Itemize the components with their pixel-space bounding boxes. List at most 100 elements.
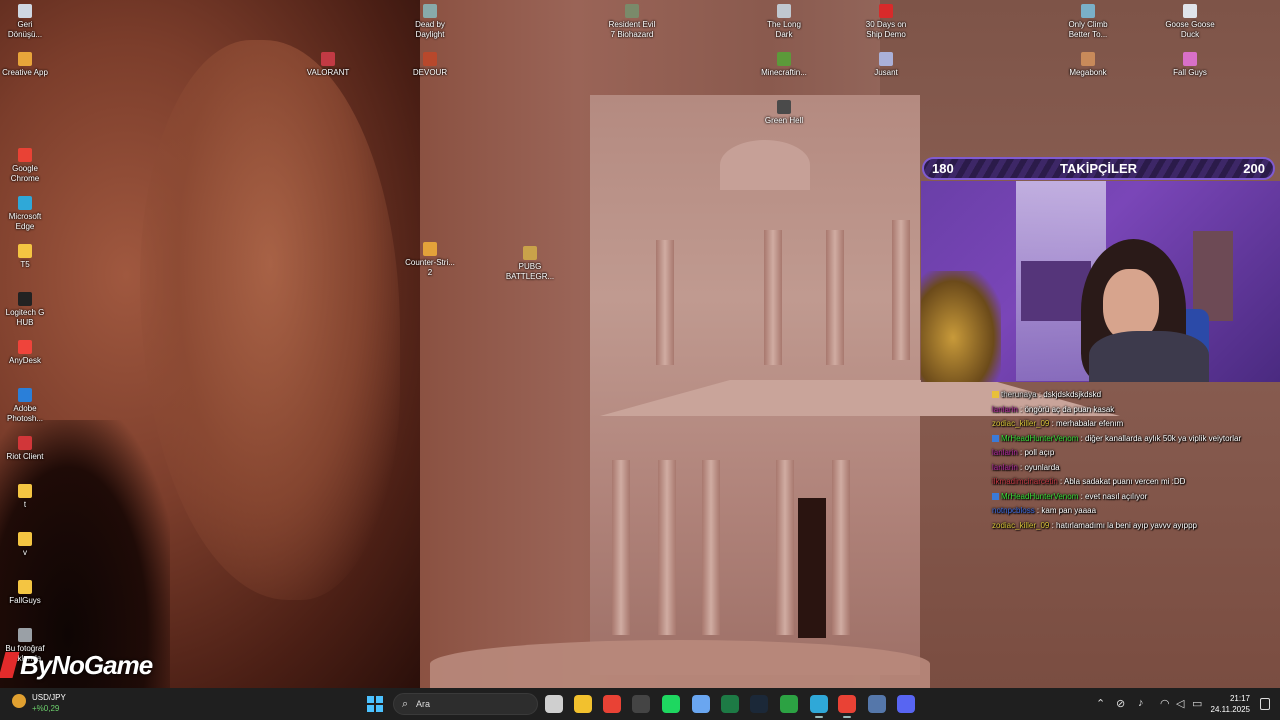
- chrome-profile-icon[interactable]: [810, 695, 828, 718]
- speaker-icon[interactable]: ◁: [1176, 697, 1184, 710]
- chat-username: zodiac_killer_09: [992, 520, 1050, 530]
- battery-icon[interactable]: ▭: [1192, 697, 1202, 710]
- folder-icon: [18, 580, 32, 594]
- vpn-icon[interactable]: [868, 695, 886, 713]
- desktop-icon[interactable]: Resident Evil 7 Biohazard: [600, 4, 664, 40]
- webcam-plant: [921, 271, 1001, 382]
- tray-app-icon[interactable]: ⊘: [1116, 697, 1125, 710]
- desktop-icon[interactable]: Fall Guys: [1158, 52, 1222, 78]
- discord-icon[interactable]: [897, 695, 915, 713]
- webcam-overlay: [921, 181, 1280, 382]
- desktop-icon[interactable]: Megabonk: [1056, 52, 1120, 78]
- chat-badge-icon: [992, 391, 999, 399]
- goose-icon: [1183, 4, 1197, 18]
- desktop-icon[interactable]: Creative App: [0, 52, 57, 78]
- desktop-icon[interactable]: Adobe Photosh...: [0, 388, 57, 424]
- chrome-icon[interactable]: [603, 695, 621, 713]
- desktop-icon[interactable]: DEVOUR: [398, 52, 462, 78]
- task-view-icon[interactable]: [545, 695, 563, 713]
- desktop-icon[interactable]: Dead by Daylight: [398, 4, 462, 40]
- desktop-icon[interactable]: VALORANT: [296, 52, 360, 78]
- desktop-icon[interactable]: PUBG BATTLEGR...: [498, 246, 562, 282]
- desktop-icon[interactable]: T5: [0, 244, 57, 270]
- follower-goal-bar: 180 TAKİPÇİLER 200: [922, 157, 1275, 180]
- desktop-icon-label: t: [23, 500, 27, 509]
- desktop-icon[interactable]: Jusant: [854, 52, 918, 78]
- recycle-bin-icon: [18, 4, 32, 18]
- chat-message: MrHeadHunterVenom : diğer kanallarda ayl…: [992, 432, 1277, 447]
- desktop-icon[interactable]: Microsoft Edge: [0, 196, 57, 232]
- desktop-icon-label: Logitech G HUB: [5, 308, 45, 327]
- desktop-icon-label: Counter-Stri... 2: [405, 258, 455, 277]
- taskbar: USD/JPY +%0,29 ⌕ Ara ⌃ ⊘ ♪ ◠ ◁ ▭ 21:17 2…: [0, 688, 1280, 720]
- desktop-icon-label: VALORANT: [306, 68, 350, 77]
- chrome-active-icon[interactable]: [838, 695, 856, 718]
- store-icon[interactable]: [692, 695, 710, 713]
- long-dark-icon: [777, 4, 791, 18]
- chat-text: : dskjdskdsjkdskd: [1036, 390, 1102, 399]
- dbd-icon: [423, 4, 437, 18]
- wallpaper-column: [656, 240, 674, 365]
- desktop-icon-label: The Long Dark: [767, 20, 801, 39]
- taskbar-search[interactable]: ⌕ Ara: [393, 693, 538, 715]
- clock-time: 21:17: [1229, 694, 1250, 703]
- webcam-door: [1193, 231, 1233, 321]
- desktop-icon[interactable]: Minecraftin...: [752, 52, 816, 78]
- desktop-icon[interactable]: FallGuys: [0, 580, 57, 606]
- chat-text: : kam pan yaaaa: [1034, 506, 1097, 515]
- chevron-up-icon[interactable]: ⌃: [1096, 697, 1105, 710]
- chat-message: lanlarin : oyunlarda: [992, 461, 1277, 476]
- wallpaper-column: [612, 460, 630, 635]
- minecraft-icon: [777, 52, 791, 66]
- desktop-icon[interactable]: Goose Goose Duck: [1158, 4, 1222, 40]
- chat-username: MrHeadHunterVenom: [1001, 433, 1079, 443]
- chat-username: lanlarin: [992, 448, 1018, 457]
- widget-value: +%0,29: [32, 704, 60, 713]
- desktop-icon-label: Megabonk: [1069, 68, 1107, 77]
- chat-text: : evet nasıl açılıyor: [1078, 491, 1148, 501]
- desktop-icon[interactable]: AnyDesk: [0, 340, 57, 366]
- wifi-icon[interactable]: ◠: [1160, 697, 1170, 710]
- xbox-icon[interactable]: [780, 695, 798, 713]
- chat-message: MrHeadHunterVenom : evet nasıl açılıyor: [992, 490, 1277, 505]
- pubg-icon: [523, 246, 537, 260]
- wallpaper-tholos: [720, 140, 810, 190]
- bynogame-watermark-text: ByNoGame: [20, 650, 153, 680]
- desktop-icon[interactable]: t: [0, 484, 57, 510]
- spotify-icon[interactable]: [662, 695, 680, 713]
- microphone-icon[interactable]: ♪: [1138, 697, 1144, 709]
- desktop-icon[interactable]: The Long Dark: [752, 4, 816, 40]
- chat-message: therunaya : dskjdskdsjkdskd: [992, 388, 1277, 403]
- desktop-icon[interactable]: Green Hell: [752, 100, 816, 126]
- desktop-icon[interactable]: 30 Days on Ship Demo: [854, 4, 918, 40]
- widget-title: USD/JPY: [32, 693, 66, 702]
- desktop-icon[interactable]: Logitech G HUB: [0, 292, 57, 328]
- chat-username: MrHeadHunterVenom: [1001, 491, 1079, 501]
- camera-icon: [18, 628, 32, 642]
- chat-text: : hatırlamadımı la beni ayıp yavvv ayıpp…: [1049, 520, 1198, 530]
- only-climb-icon: [1081, 4, 1095, 18]
- desktop-icon[interactable]: Riot Client: [0, 436, 57, 462]
- desktop-icon[interactable]: Google Chrome: [0, 148, 57, 184]
- chat-username: zodiac_killer_09: [992, 419, 1050, 428]
- clock-date: 24.11.2025: [1210, 705, 1250, 714]
- start-button[interactable]: [367, 696, 383, 712]
- excel-icon[interactable]: [721, 695, 739, 713]
- file-explorer-icon[interactable]: [574, 695, 592, 713]
- chat-message: notnpcbloss : kam pan yaaaa: [992, 504, 1277, 519]
- taskbar-clock[interactable]: 21:17 24.11.2025: [1211, 693, 1250, 715]
- steam-icon[interactable]: [750, 695, 768, 713]
- chat-badge-icon: [992, 434, 999, 442]
- anydesk-icon: [18, 340, 32, 354]
- notification-bell-icon[interactable]: [1260, 698, 1270, 710]
- stream-chat-overlay: therunaya : dskjdskdsjkdskd lanlarin : ön…: [992, 388, 1277, 533]
- taskbar-widget[interactable]: USD/JPY +%0,29: [12, 692, 66, 714]
- desktop-icon[interactable]: Geri Dönüşü...: [0, 4, 57, 40]
- chat-message: lanlarin : poll açıp: [992, 446, 1277, 461]
- desktop-icon[interactable]: v: [0, 532, 57, 558]
- desktop-icon[interactable]: Only Climb Better To...: [1056, 4, 1120, 40]
- desktop-icon[interactable]: Counter-Stri... 2: [398, 242, 462, 278]
- obs-icon[interactable]: [632, 695, 650, 713]
- chat-text: : merhabalar efenım: [1049, 419, 1124, 428]
- megabonk-icon: [1081, 52, 1095, 66]
